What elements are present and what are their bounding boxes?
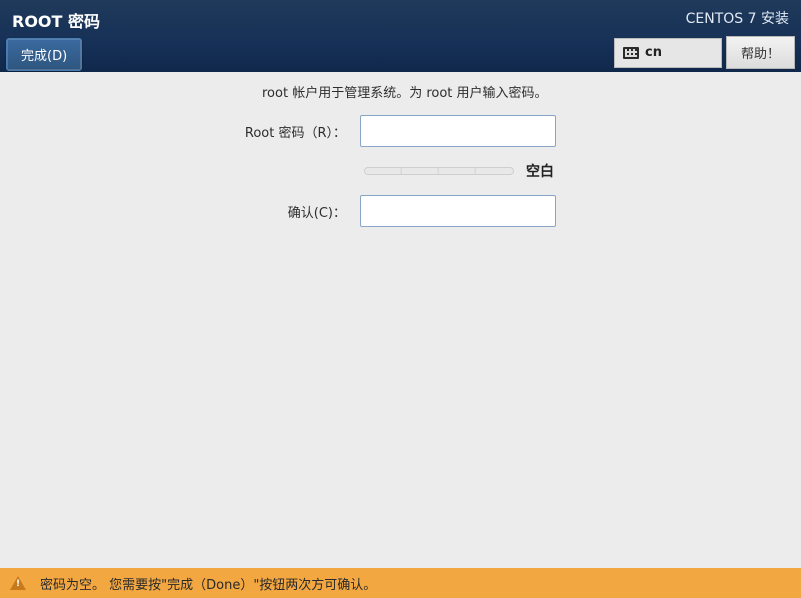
password-strength-row: 空白 (364, 161, 801, 181)
header-left: ROOT 密码 完成(D) (6, 6, 106, 72)
root-password-label: Root 密码（R）： (0, 122, 350, 141)
installer-header: ROOT 密码 完成(D) CENTOS 7 安装 cn 帮助！ (0, 0, 801, 72)
confirm-password-row: 确认(C)： (0, 195, 801, 227)
help-button[interactable]: 帮助！ (726, 36, 795, 69)
done-button[interactable]: 完成(D) (6, 38, 82, 71)
keyboard-layout-selector[interactable]: cn (614, 38, 722, 68)
warning-text: 密码为空。 您需要按"完成（Done）"按钮两次方可确认。 (40, 574, 376, 593)
warning-bar: 密码为空。 您需要按"完成（Done）"按钮两次方可确认。 (0, 568, 801, 598)
confirm-password-input[interactable] (360, 195, 556, 227)
keyboard-layout-label: cn (645, 45, 662, 60)
instruction-text: root 帐户用于管理系统。为 root 用户输入密码。 (262, 82, 801, 101)
warning-icon (10, 576, 26, 590)
root-password-input[interactable] (360, 115, 556, 147)
installer-title: CENTOS 7 安装 (680, 6, 795, 30)
header-right-row: cn 帮助！ (614, 36, 795, 69)
confirm-password-label: 确认(C)： (0, 202, 350, 221)
password-strength-label: 空白 (526, 161, 554, 181)
page-title: ROOT 密码 (6, 6, 106, 34)
root-password-row: Root 密码（R）： (0, 115, 801, 147)
password-strength-meter (364, 167, 514, 175)
header-right: CENTOS 7 安装 cn 帮助！ (614, 6, 795, 72)
keyboard-icon (623, 47, 639, 59)
body-area: root 帐户用于管理系统。为 root 用户输入密码。 Root 密码（R）：… (0, 72, 801, 568)
